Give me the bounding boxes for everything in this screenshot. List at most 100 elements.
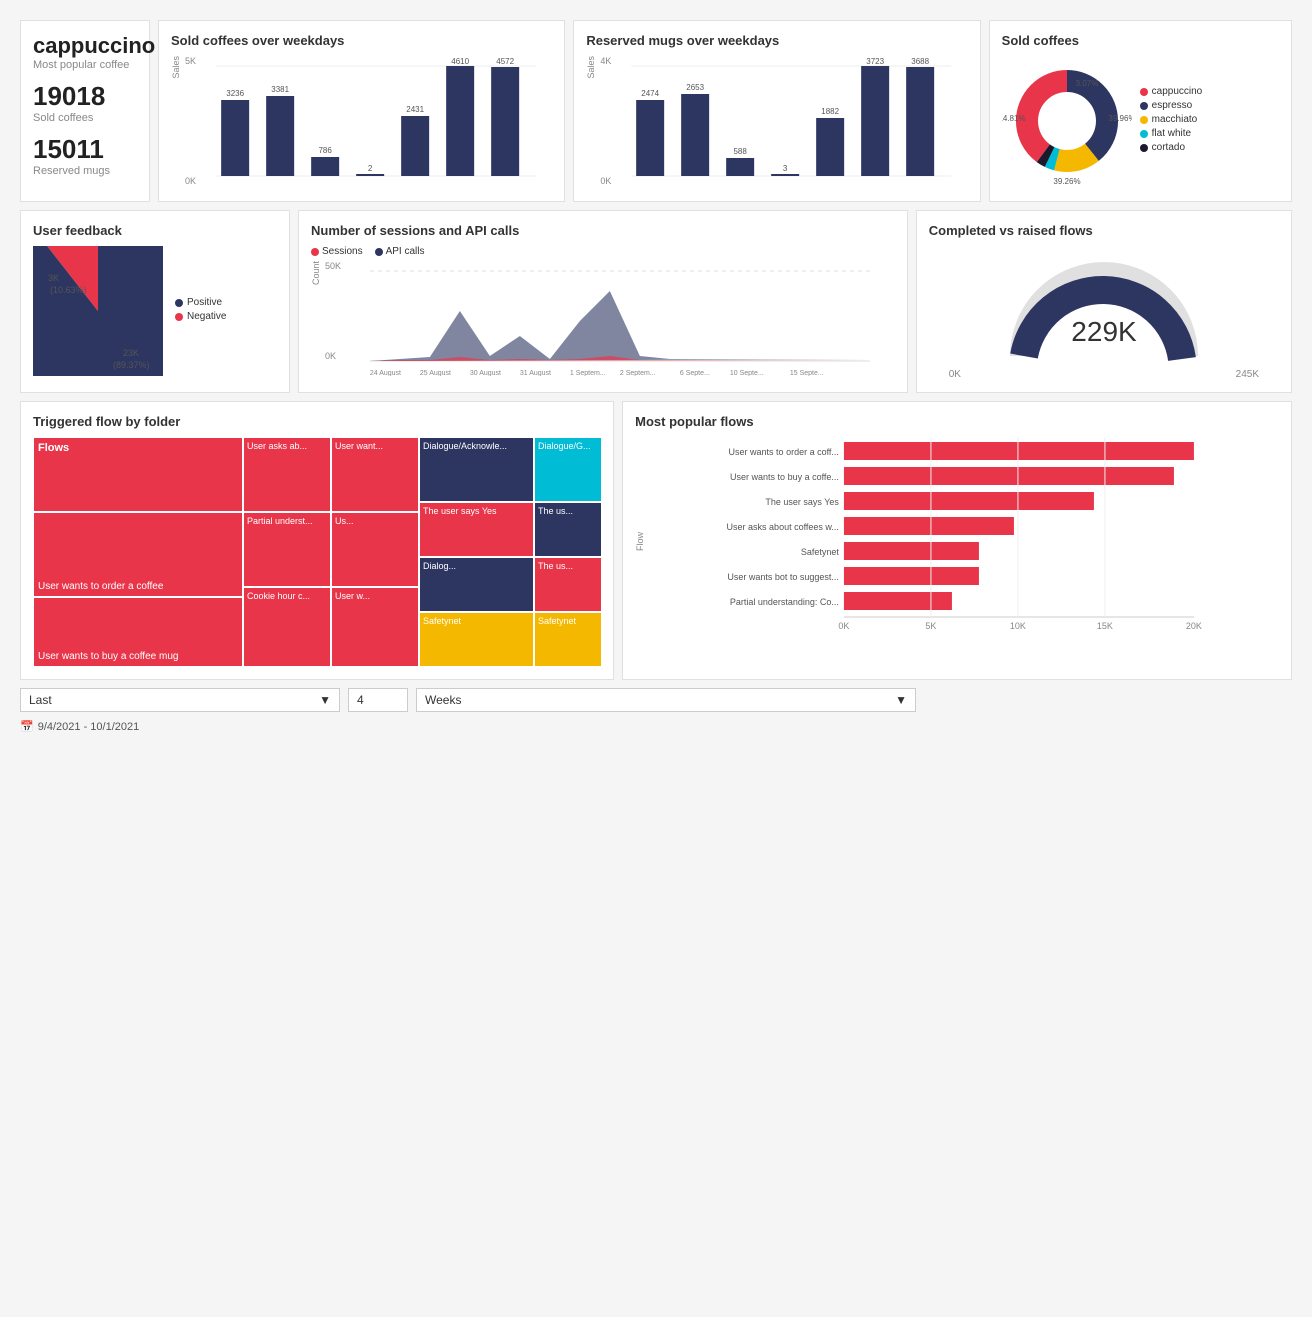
most-popular-label: Most popular coffee	[33, 59, 137, 71]
weeks-label: Weeks	[425, 693, 461, 707]
cortado-dot	[1140, 144, 1148, 152]
svg-text:2 Septem...: 2 Septem...	[620, 370, 656, 376]
row-3: Triggered flow by folder Flows User want…	[20, 401, 1292, 680]
svg-text:Thursday: Thursday	[760, 185, 790, 186]
gauge-title: Completed vs raised flows	[929, 223, 1279, 238]
svg-text:User wants bot to suggest...: User wants bot to suggest...	[728, 572, 840, 582]
donut-chart-svg: 3.07% 14.81% 39.26% 39.96%	[1002, 56, 1132, 186]
y-50k: 50K	[325, 261, 341, 271]
reserved-mugs-card: Reserved mugs over weekdays Sales 4K 0K …	[573, 20, 980, 202]
svg-text:(10.63%): (10.63%)	[50, 285, 87, 295]
treemap-cell-order-coffee: User wants to order a coffee	[33, 512, 243, 597]
reserved-mugs-chart: 2474 2653 588 3 1882 3723 3688 Monday	[615, 56, 967, 186]
svg-text:Sunday: Sunday	[900, 185, 926, 186]
sold-number: 19018	[33, 81, 137, 112]
number-input[interactable]: 4	[348, 688, 408, 712]
flat-white-label: flat white	[1152, 128, 1191, 139]
svg-text:39.96%: 39.96%	[1108, 114, 1132, 123]
svg-text:5K: 5K	[926, 621, 937, 631]
svg-text:15K: 15K	[1097, 621, 1113, 631]
svg-text:20K: 20K	[1186, 621, 1202, 631]
treemap-cell-cookie: Cookie hour c...	[243, 587, 331, 667]
popular-flows-svg: User wants to order a coff... User wants…	[649, 437, 1279, 637]
treemap-cell-buy-mug: User wants to buy a coffee mug	[33, 597, 243, 667]
popular-flows-title: Most popular flows	[635, 414, 1279, 429]
legend-negative: Negative	[175, 311, 226, 322]
legend-flat-white: flat white	[1140, 128, 1203, 139]
row-2: User feedback 3K (10.63%) 23K (89.37%) P…	[20, 210, 1292, 393]
svg-text:25 August: 25 August	[420, 370, 451, 376]
svg-text:Friday: Friday	[813, 185, 835, 186]
treemap-cell-flows: Flows	[33, 437, 243, 512]
reserved-mugs-title: Reserved mugs over weekdays	[586, 33, 967, 48]
cortado-label: cortado	[1152, 142, 1185, 153]
svg-text:2: 2	[368, 164, 373, 173]
treemap-cell-user-w: User w...	[331, 587, 419, 667]
svg-text:229K: 229K	[1071, 316, 1137, 347]
y-0k: 0K	[185, 176, 196, 186]
sessions-dot	[311, 248, 319, 256]
date-range: 📅 9/4/2021 - 10/1/2021	[20, 720, 1292, 733]
svg-text:User wants to order a coff...: User wants to order a coff...	[729, 447, 839, 457]
svg-text:Tuesday: Tuesday	[673, 185, 701, 186]
feedback-legend: Positive Negative	[175, 297, 226, 325]
legend-cappuccino: cappuccino	[1140, 86, 1203, 97]
treemap-cell-user-want: User want...	[331, 437, 419, 512]
sales-y-label: Sales	[171, 56, 181, 79]
treemap-title: Triggered flow by folder	[33, 414, 601, 429]
api-legend-item: API calls	[375, 246, 425, 257]
svg-text:31 August: 31 August	[520, 370, 551, 376]
svg-text:(89.37%): (89.37%)	[113, 360, 150, 370]
user-feedback-card: User feedback 3K (10.63%) 23K (89.37%) P…	[20, 210, 290, 393]
svg-text:4610: 4610	[451, 57, 469, 66]
feedback-pie-svg: 3K (10.63%) 23K (89.37%)	[33, 246, 163, 376]
svg-text:Friday: Friday	[398, 185, 420, 186]
svg-text:Monday: Monday	[629, 185, 655, 186]
svg-text:10K: 10K	[1010, 621, 1026, 631]
svg-text:2474: 2474	[642, 89, 660, 98]
svg-text:3688: 3688	[912, 57, 930, 66]
sessions-card: Number of sessions and API calls Session…	[298, 210, 908, 393]
sessions-title: Number of sessions and API calls	[311, 223, 895, 238]
negative-label: Negative	[187, 311, 226, 322]
positive-label: Positive	[187, 297, 222, 308]
sessions-label: Sessions	[322, 246, 363, 257]
api-dot	[375, 248, 383, 256]
treemap-cell-safetynet: Safetynet	[419, 612, 534, 667]
flow-axis-label: Flow	[635, 532, 645, 551]
svg-text:Monday: Monday	[214, 185, 240, 186]
gauge-card: Completed vs raised flows 229K 0K 245K	[916, 210, 1292, 393]
sold-coffees-title: Sold coffees over weekdays	[171, 33, 552, 48]
y-0k-sessions: 0K	[325, 351, 341, 361]
svg-text:786: 786	[318, 146, 332, 155]
svg-text:0K: 0K	[839, 621, 850, 631]
gauge-labels: 0K 245K	[929, 369, 1279, 380]
svg-text:3723: 3723	[867, 57, 885, 66]
kpi-card: cappuccino Most popular coffee 19018 Sol…	[20, 20, 150, 202]
svg-text:3K: 3K	[48, 273, 59, 283]
treemap-cell-the-user: The us...	[534, 502, 601, 557]
last-label: Last	[29, 693, 52, 707]
last-select[interactable]: Last ▼	[20, 688, 340, 712]
svg-text:6 Septe...: 6 Septe...	[680, 370, 710, 376]
macchiato-dot	[1140, 116, 1148, 124]
mugs-y-0k: 0K	[600, 176, 611, 186]
svg-text:14.81%: 14.81%	[1002, 114, 1026, 123]
sold-coffees-chart: 3236 3381 786 2 2431 4610 4572	[200, 56, 552, 186]
svg-text:3.07%: 3.07%	[1075, 79, 1098, 88]
sold-label: Sold coffees	[33, 112, 137, 124]
sold-coffees-donut-card: Sold coffees 3.07%	[989, 20, 1292, 202]
weeks-select[interactable]: Weeks ▼	[416, 688, 916, 712]
svg-text:3236: 3236	[226, 89, 244, 98]
gauge-min: 0K	[949, 369, 961, 380]
positive-dot	[175, 299, 183, 307]
svg-text:Wednesday: Wednesday	[294, 185, 330, 186]
dashboard: cappuccino Most popular coffee 19018 Sol…	[0, 0, 1312, 753]
donut-legend: cappuccino espresso macchiato flat white	[1140, 86, 1203, 156]
svg-text:30 August: 30 August	[470, 370, 501, 376]
count-label: Count	[311, 261, 321, 285]
legend-cortado: cortado	[1140, 142, 1203, 153]
svg-text:Wednesday: Wednesday	[709, 185, 745, 186]
cappuccino-dot	[1140, 88, 1148, 96]
svg-text:User asks about coffees w...: User asks about coffees w...	[727, 522, 839, 532]
